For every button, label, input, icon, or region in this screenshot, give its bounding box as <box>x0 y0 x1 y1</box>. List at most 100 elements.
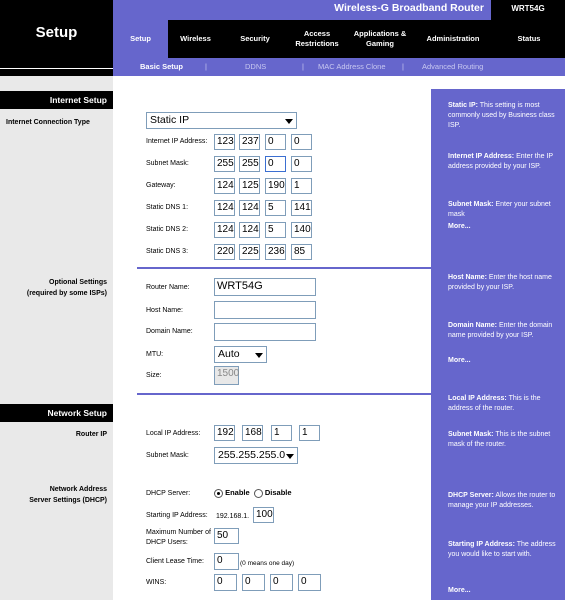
help-local-ip: Local IP Address: This is the address of… <box>448 395 541 412</box>
label-static-dns-3: Static DNS 3: <box>146 248 189 255</box>
size-input[interactable]: 1500 <box>214 366 239 385</box>
dhcp-server-radio-group: Enable Disable <box>214 488 292 498</box>
subnet-octet-3[interactable]: 0 <box>265 156 286 172</box>
chevron-down-icon <box>285 119 293 124</box>
dns2-octet-2[interactable]: 124 <box>239 222 260 238</box>
help-more-link-1[interactable]: More... <box>448 223 471 230</box>
subnav-separator: | <box>205 62 207 71</box>
label-mtu: MTU: <box>146 351 164 358</box>
subnav-mac-address-clone[interactable]: MAC Address Clone <box>318 62 386 71</box>
label-dhcp-server: DHCP Server: <box>146 490 191 497</box>
internet-ip-octet-3[interactable]: 0 <box>265 134 286 150</box>
page-title: Setup <box>35 24 78 41</box>
label-lan-subnet-mask: Subnet Mask: <box>146 452 189 459</box>
wins-octet-2[interactable]: 0 <box>242 574 265 591</box>
mtu-value: Auto <box>218 348 240 360</box>
mtu-select[interactable]: Auto <box>214 346 267 363</box>
router-name-input[interactable]: WRT54G <box>214 278 316 296</box>
help-host-name: Host Name: Enter the host name provided … <box>448 274 552 291</box>
wins-octet-4[interactable]: 0 <box>298 574 321 591</box>
lan-subnet-value: 255.255.255.0 <box>218 449 286 461</box>
subnav-separator: | <box>302 62 304 71</box>
dhcp-enable-radio[interactable] <box>214 488 223 498</box>
internet-ip-octet-4[interactable]: 0 <box>291 134 312 150</box>
subnav-advanced-routing[interactable]: Advanced Routing <box>422 62 483 71</box>
label-router-ip: Router IP <box>75 431 107 438</box>
local-ip-octet-1[interactable]: 192 <box>214 425 235 441</box>
max-users-input[interactable]: 50 <box>214 528 239 544</box>
dns2-octet-1[interactable]: 124 <box>214 222 235 238</box>
connection-type-select[interactable]: Static IP <box>146 112 297 129</box>
dhcp-disable-label: Disable <box>264 488 292 497</box>
dns1-octet-1[interactable]: 124 <box>214 200 235 216</box>
starting-ip-input[interactable]: 100 <box>253 507 274 523</box>
tab-administration[interactable]: Administration <box>413 20 493 58</box>
help-internet-ip: Internet IP Address: Enter the IP addres… <box>448 153 553 170</box>
dhcp-enable-label: Enable <box>225 488 250 497</box>
sub-navigation: Basic Setup | DDNS | MAC Address Clone |… <box>113 58 565 76</box>
lease-time-input[interactable]: 0 <box>214 553 239 570</box>
lease-time-note: (0 means one day) <box>240 560 295 567</box>
subnet-octet-1[interactable]: 255 <box>214 156 235 172</box>
local-ip-octet-4[interactable]: 1 <box>299 425 320 441</box>
tab-wireless[interactable]: Wireless <box>168 20 223 58</box>
domain-name-input[interactable] <box>214 323 316 341</box>
label-domain-name: Domain Name: <box>146 328 193 335</box>
dns1-octet-3[interactable]: 5 <box>265 200 286 216</box>
label-gateway: Gateway: <box>146 182 176 189</box>
gateway-octet-2[interactable]: 125 <box>239 178 260 194</box>
subnet-octet-2[interactable]: 255 <box>239 156 260 172</box>
help-lan-subnet: Subnet Mask: This is the subnet mask of … <box>448 431 551 448</box>
starting-ip-prefix: 192.168.1. <box>216 513 250 520</box>
label-local-ip: Local IP Address: <box>146 430 201 437</box>
local-ip-octet-3[interactable]: 1 <box>271 425 292 441</box>
dns3-octet-4[interactable]: 85 <box>291 244 312 260</box>
left-section-column: Internet Setup Internet Connection Type … <box>0 76 113 600</box>
dns1-octet-2[interactable]: 124 <box>239 200 260 216</box>
label-nat-server-2: Server Settings (DHCP) <box>29 497 107 504</box>
tab-setup[interactable]: Setup <box>113 20 168 58</box>
dns3-octet-2[interactable]: 225 <box>239 244 260 260</box>
dns3-octet-1[interactable]: 220 <box>214 244 235 260</box>
host-name-input[interactable] <box>214 301 316 319</box>
help-more-link-2[interactable]: More... <box>448 357 471 364</box>
label-internet-connection-type: Internet Connection Type <box>6 119 90 126</box>
label-internet-ip: Internet IP Address: <box>146 138 208 145</box>
help-starting-ip: Starting IP Address: The address you wou… <box>448 541 556 558</box>
label-static-dns-1: Static DNS 1: <box>146 204 189 211</box>
dns3-octet-3[interactable]: 236 <box>265 244 286 260</box>
label-nat-server: Network Address <box>49 486 107 493</box>
local-ip-octet-2[interactable]: 168 <box>242 425 263 441</box>
dns2-octet-3[interactable]: 5 <box>265 222 286 238</box>
lan-subnet-select[interactable]: 255.255.255.0 <box>214 447 298 464</box>
subnav-separator: | <box>402 62 404 71</box>
dns1-octet-4[interactable]: 141 <box>291 200 312 216</box>
label-host-name: Host Name: <box>146 307 183 314</box>
chevron-down-icon <box>255 353 263 358</box>
subnav-basic-setup[interactable]: Basic Setup <box>140 62 183 71</box>
dns2-octet-4[interactable]: 140 <box>291 222 312 238</box>
section-divider <box>137 267 431 269</box>
wins-octet-3[interactable]: 0 <box>270 574 293 591</box>
wins-octet-1[interactable]: 0 <box>214 574 237 591</box>
tab-applications-gaming[interactable]: Applications & Gaming <box>347 20 413 58</box>
gateway-octet-1[interactable]: 124 <box>214 178 235 194</box>
section-internet-setup: Internet Setup <box>0 91 113 109</box>
label-router-name: Router Name: <box>146 284 190 291</box>
internet-ip-octet-1[interactable]: 123 <box>214 134 235 150</box>
gateway-octet-3[interactable]: 190 <box>265 178 286 194</box>
internet-ip-octet-2[interactable]: 237 <box>239 134 260 150</box>
help-subnet-mask: Subnet Mask: Enter your subnet mask <box>448 201 551 218</box>
subnav-ddns[interactable]: DDNS <box>245 62 266 71</box>
label-wins: WINS: <box>146 579 167 586</box>
label-optional-settings-note: (required by some ISPs) <box>26 290 107 297</box>
tab-security[interactable]: Security <box>223 20 287 58</box>
help-panel: Static IP: This setting is most commonly… <box>431 89 565 600</box>
label-size: Size: <box>146 372 162 379</box>
subnet-octet-4[interactable]: 0 <box>291 156 312 172</box>
tab-status[interactable]: Status <box>493 20 565 58</box>
tab-access-restrictions[interactable]: Access Restrictions <box>287 20 347 58</box>
help-more-link-3[interactable]: More... <box>448 587 471 594</box>
gateway-octet-4[interactable]: 1 <box>291 178 312 194</box>
dhcp-disable-radio[interactable] <box>253 488 263 498</box>
